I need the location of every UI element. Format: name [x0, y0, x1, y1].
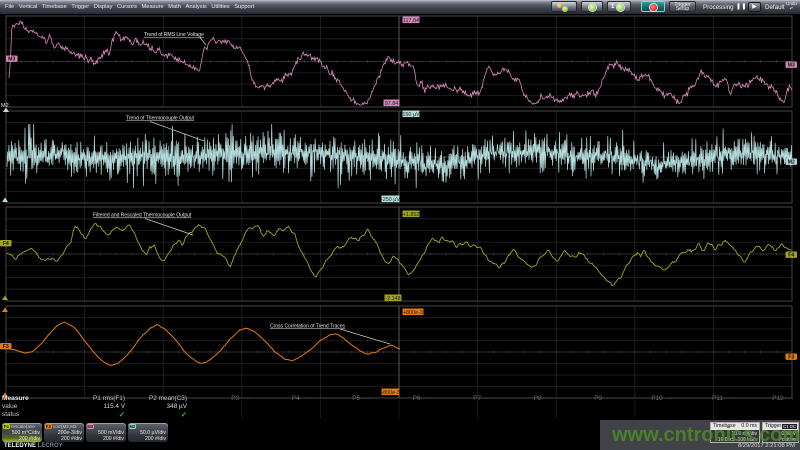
svg-text:-250 µV: -250 µV — [381, 197, 400, 203]
svg-text:-800e-3: -800e-3 — [381, 390, 400, 396]
svg-text:+800e-3: +800e-3 — [403, 310, 423, 316]
svg-text:Trend of Thermocouple Output: Trend of Thermocouple Output — [126, 116, 195, 122]
svg-text:F4: F4 — [788, 253, 794, 259]
svg-text:150 µV: 150 µV — [402, 112, 420, 118]
svg-text:M3: M3 — [8, 57, 15, 63]
svg-text:97.84: 97.84 — [385, 101, 399, 107]
svg-text:F3: F3 — [3, 344, 9, 350]
svg-text:F3: F3 — [788, 355, 794, 361]
svg-text:+1.852: +1.852 — [403, 212, 420, 218]
svg-text:F4: F4 — [3, 241, 9, 247]
svg-text:M2: M2 — [788, 160, 795, 166]
svg-text:-2.148: -2.148 — [385, 296, 400, 302]
svg-text:M3: M3 — [788, 63, 795, 69]
svg-text:117.84: 117.84 — [403, 18, 419, 24]
svg-text:Trend of RMS Line Voltage: Trend of RMS Line Voltage — [144, 32, 204, 38]
svg-text:M2: M2 — [1, 103, 9, 109]
svg-text:Filtered and Rescaled Thermoco: Filtered and Rescaled Thermocouple Outpu… — [93, 213, 192, 219]
svg-text:Cross Correlation of Trend Tra: Cross Correlation of Trend Traces — [270, 324, 346, 330]
